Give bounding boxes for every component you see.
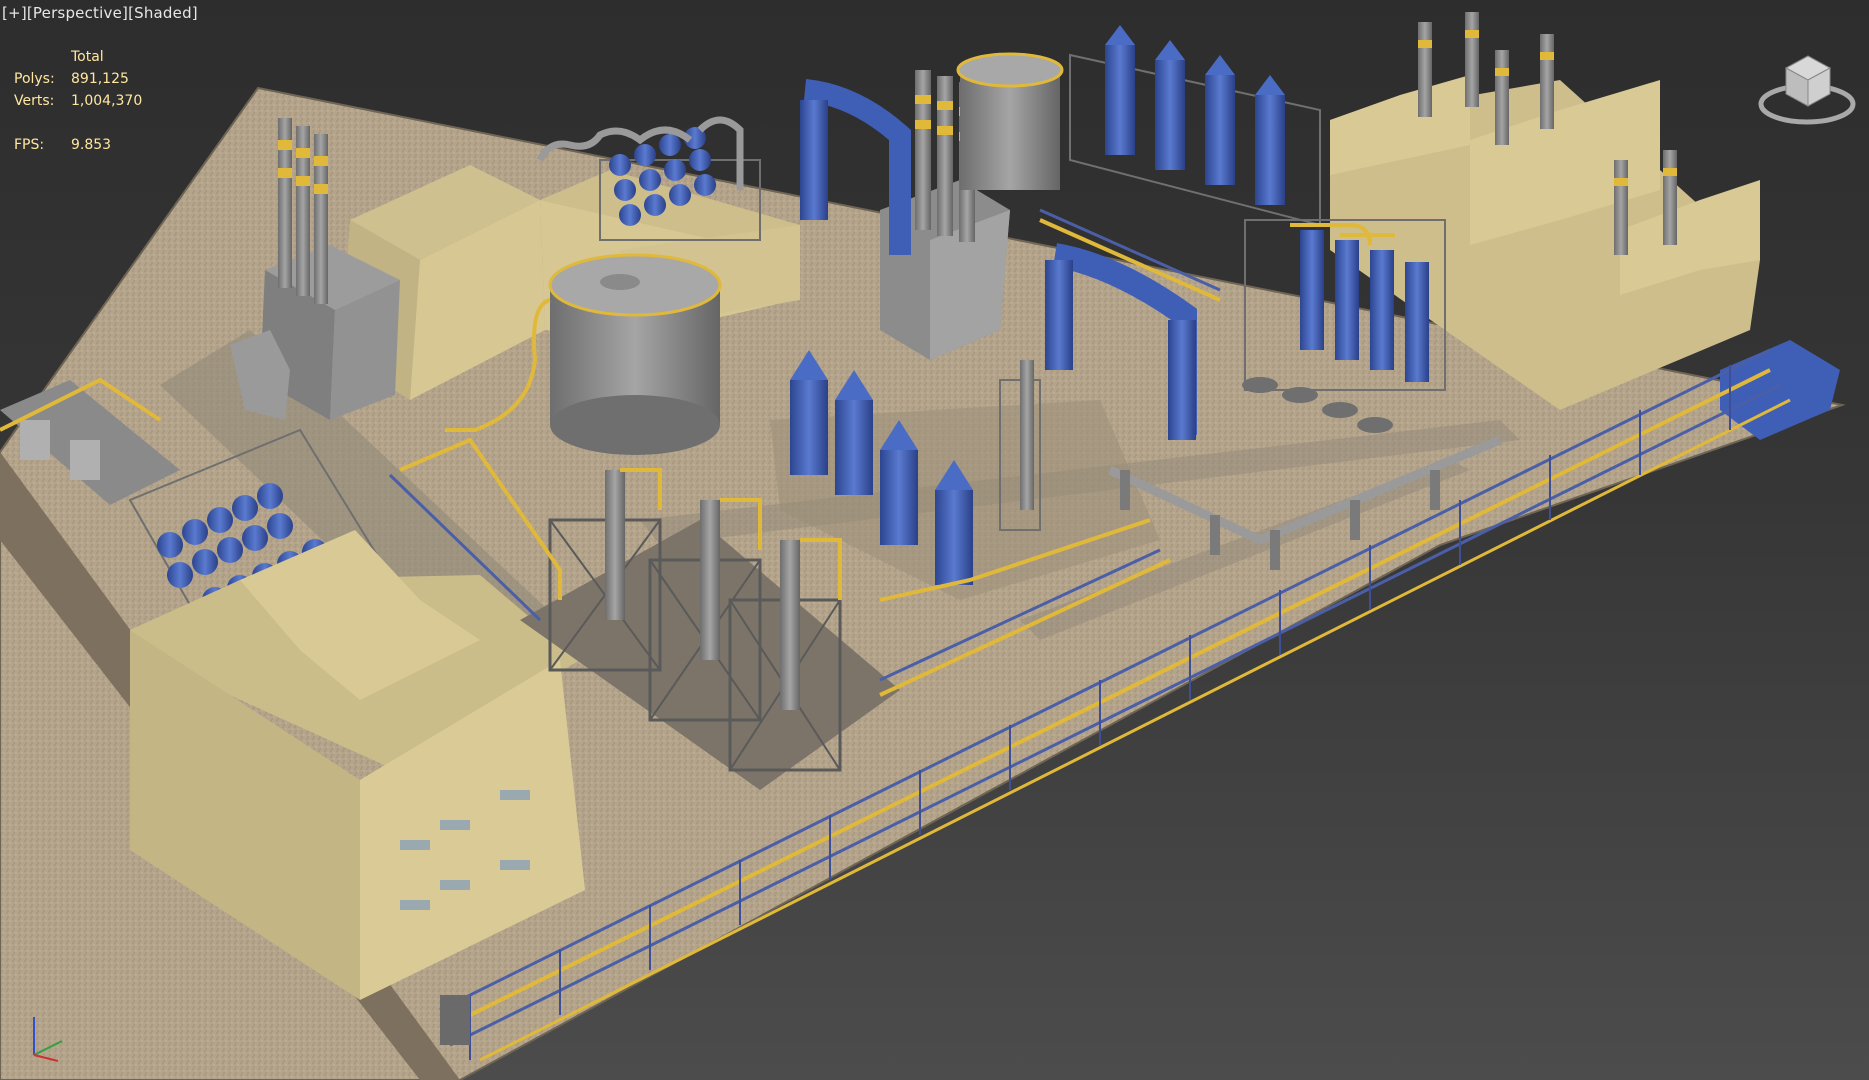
viewport-menu-plus[interactable]: [+] bbox=[2, 4, 27, 22]
3d-viewport[interactable]: [+][Perspective][Shaded] Total Polys: 89… bbox=[0, 0, 1869, 1080]
polys-label: Polys: bbox=[14, 71, 55, 87]
verts-value: 1,004,370 bbox=[71, 93, 143, 109]
factory-scene[interactable] bbox=[0, 0, 1869, 1080]
fps-label: FPS: bbox=[14, 137, 45, 153]
polys-value: 891,125 bbox=[71, 71, 129, 87]
viewport-shading-menu[interactable]: [Shaded] bbox=[128, 4, 198, 22]
viewport-label[interactable]: [+][Perspective][Shaded] bbox=[2, 4, 198, 22]
viewport-view-menu[interactable]: [Perspective] bbox=[27, 4, 128, 22]
viewport-statistics: Total Polys: 891,125 Verts: 1,004,370 FP… bbox=[14, 46, 142, 156]
viewcube-icon[interactable] bbox=[1758, 44, 1856, 130]
fps-value: 9.853 bbox=[71, 137, 112, 153]
blue-tower-group-top bbox=[1069, 25, 1321, 227]
stats-header: Total bbox=[71, 49, 104, 65]
axis-tripod-icon bbox=[24, 1005, 74, 1065]
verts-label: Verts: bbox=[14, 93, 55, 109]
